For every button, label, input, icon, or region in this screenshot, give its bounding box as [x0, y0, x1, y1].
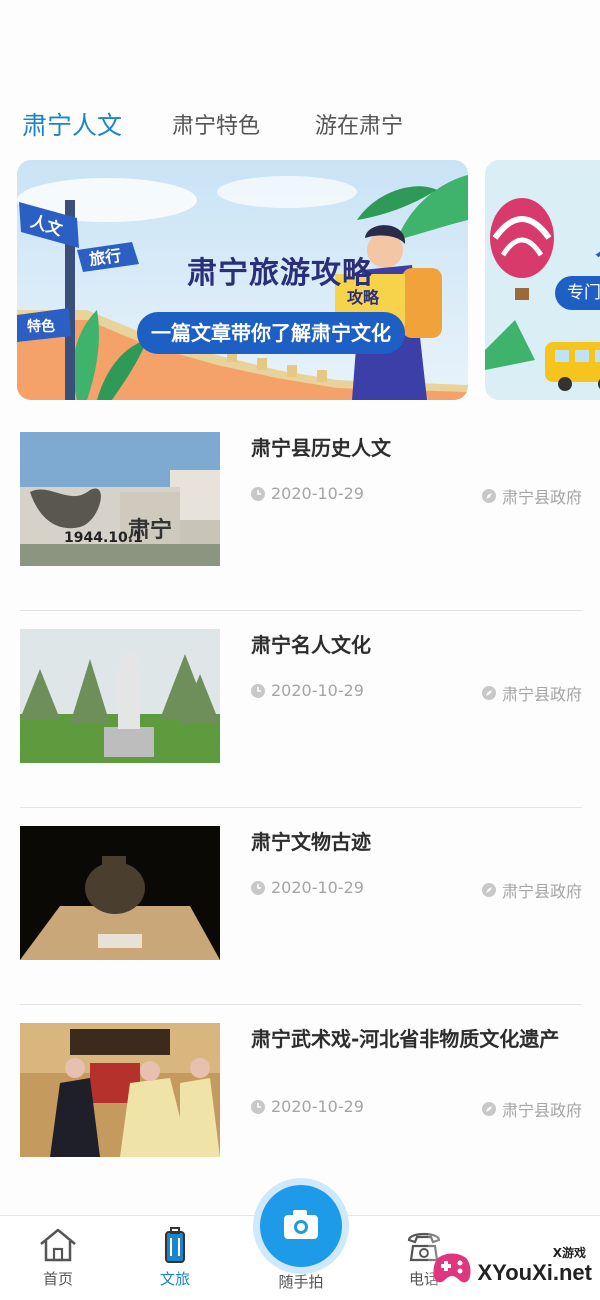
article-thumbnail: 肃宁 1944.10.1 [20, 432, 220, 566]
tab-culture-travel[interactable]: 文旅 [135, 1226, 215, 1289]
article-thumbnail [20, 826, 220, 960]
article-date-text: 2020-10-29 [271, 878, 364, 897]
camera-icon [284, 1210, 318, 1239]
compass-icon [481, 686, 496, 700]
article-title: 肃宁文物古迹 [251, 830, 371, 854]
watermark-text: XYouXi.net [477, 1260, 593, 1285]
tab-suning-culture[interactable]: 肃宁人文 [22, 106, 122, 142]
article-source-text: 肃宁县政府 [501, 488, 582, 507]
article-source-text: 肃宁县政府 [501, 882, 582, 901]
article-list: 肃宁 1944.10.1 肃宁县历史人文 2020-10-29 肃宁县政府 肃宁… [20, 414, 582, 1202]
clock-icon [251, 1099, 265, 1114]
article-source: 肃宁县政府 [481, 681, 582, 705]
article-date: 2020-10-29 [251, 681, 364, 700]
banner-next[interactable]: 人 专门 [485, 160, 600, 400]
article-date-text: 2020-10-29 [271, 1097, 364, 1116]
gamepad-logo-icon [433, 1253, 471, 1283]
tab-home-label: 首页 [42, 1270, 73, 1288]
clock-icon [251, 683, 265, 698]
article-title: 肃宁武术戏-河北省非物质文化遗产 [251, 1027, 560, 1051]
article-source-text: 肃宁县政府 [501, 1101, 582, 1120]
clock-icon [251, 486, 265, 501]
article-meta: 2020-10-29 肃宁县政府 [251, 878, 582, 902]
article-meta: 2020-10-29 肃宁县政府 [251, 681, 582, 705]
article-item-history[interactable]: 肃宁 1944.10.1 肃宁县历史人文 2020-10-29 肃宁县政府 [20, 414, 582, 611]
article-meta: 2020-10-29 肃宁县政府 [251, 484, 582, 508]
banner-title: 肃宁旅游攻略 [187, 256, 373, 291]
camera-button[interactable] [260, 1185, 342, 1267]
compass-icon [481, 1102, 496, 1116]
compass-icon [481, 883, 496, 897]
sign-label-features: 特色 [27, 319, 55, 335]
article-item-relics[interactable]: 肃宁文物古迹 2020-10-29 肃宁县政府 [20, 808, 582, 1005]
banner-next-pill: 专门 [555, 276, 600, 310]
article-date-text: 2020-10-29 [271, 681, 364, 700]
tab-suning-features[interactable]: 肃宁特色 [172, 108, 260, 140]
article-thumbnail [20, 1023, 220, 1157]
compass-icon [481, 489, 496, 503]
watermark-small: X游戏 [552, 1246, 586, 1260]
article-source: 肃宁县政府 [481, 878, 582, 902]
article-meta: 2020-10-29 肃宁县政府 [251, 1097, 582, 1121]
tab-culture-travel-label: 文旅 [159, 1270, 190, 1288]
camera-label: 随手拍 [278, 1273, 324, 1291]
article-title: 肃宁名人文化 [251, 633, 371, 657]
article-date: 2020-10-29 [251, 484, 364, 503]
luggage-icon [165, 1227, 185, 1263]
banner-next-char: 人 [595, 218, 600, 264]
thumb-date: 1944.10.1 [64, 530, 143, 546]
watermark: X游戏 XYouXi.net [428, 1232, 600, 1300]
app-screen: 肃宁人文 肃宁特色 游在肃宁 人文 旅行 特色 攻略 肃宁旅游攻略 一篇文章带你… [0, 0, 600, 1300]
article-thumbnail [20, 629, 220, 763]
category-tabs: 肃宁人文 肃宁特色 游在肃宁 [0, 108, 600, 148]
article-date: 2020-10-29 [251, 1097, 364, 1116]
sign-label-travel: 旅行 [88, 245, 123, 270]
article-source: 肃宁县政府 [481, 1097, 582, 1121]
article-date-text: 2020-10-29 [271, 484, 364, 503]
tab-travel-suning[interactable]: 游在肃宁 [315, 108, 403, 140]
article-title: 肃宁县历史人文 [251, 436, 391, 460]
tab-home[interactable]: 首页 [18, 1226, 98, 1289]
article-date: 2020-10-29 [251, 878, 364, 897]
article-item-martial-opera[interactable]: 肃宁武术戏-河北省非物质文化遗产 2020-10-29 肃宁县政府 [20, 1005, 582, 1202]
article-source-text: 肃宁县政府 [501, 685, 582, 704]
home-icon [40, 1228, 76, 1262]
banner-travel-guide[interactable]: 人文 旅行 特色 攻略 肃宁旅游攻略 一篇文章带你了解肃宁文化 [17, 160, 468, 400]
clock-icon [251, 880, 265, 895]
article-source: 肃宁县政府 [481, 484, 582, 508]
article-item-celebrities[interactable]: 肃宁名人文化 2020-10-29 肃宁县政府 [20, 611, 582, 808]
banner-subtitle: 一篇文章带你了解肃宁文化 [137, 312, 405, 354]
